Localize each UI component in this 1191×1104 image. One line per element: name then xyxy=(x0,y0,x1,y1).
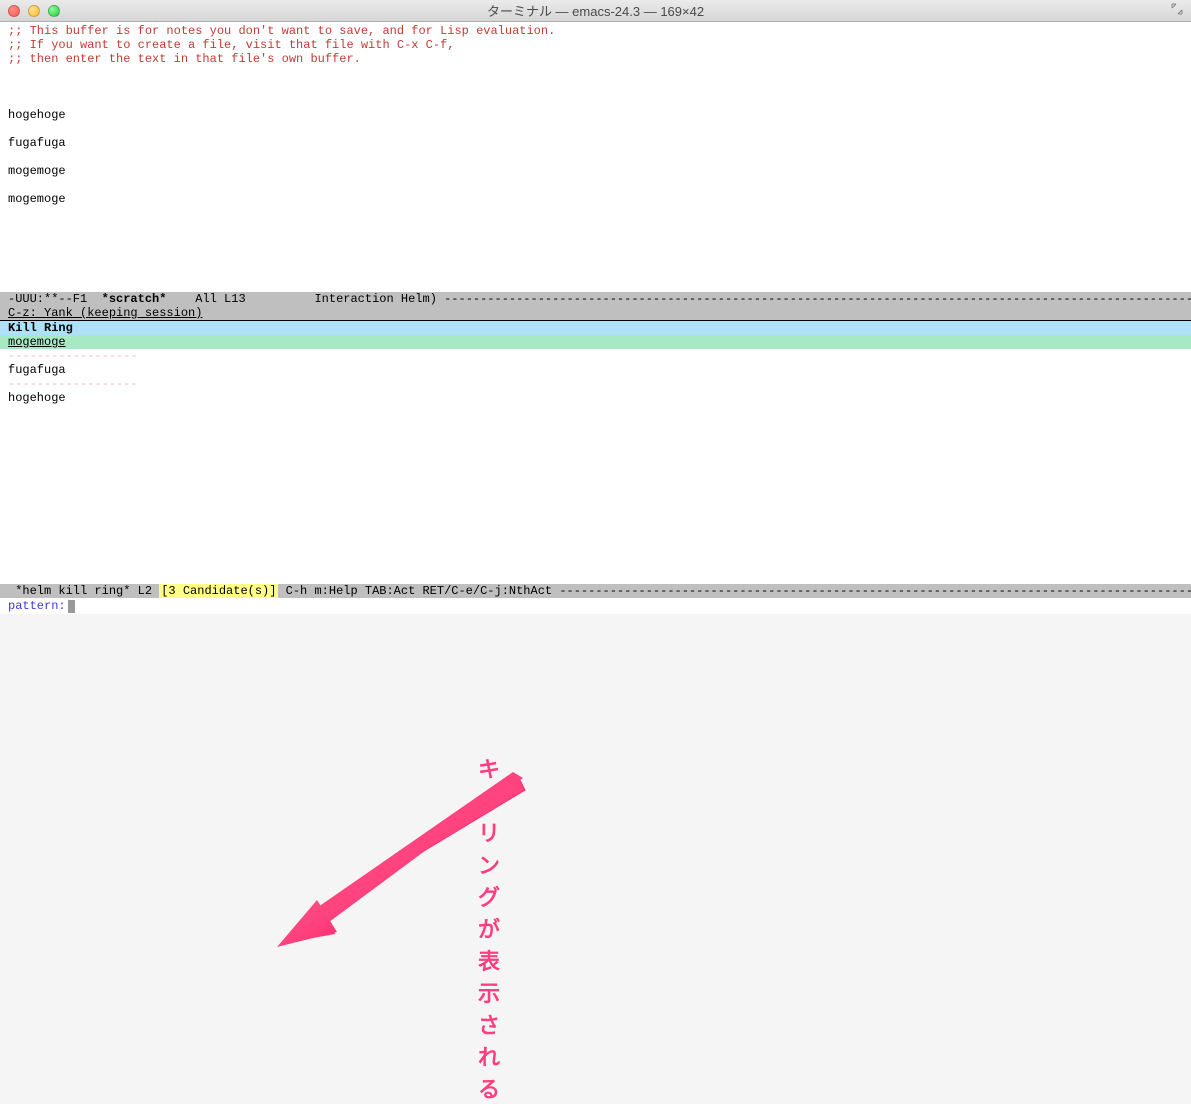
cursor-icon xyxy=(68,600,75,613)
close-button[interactable] xyxy=(8,5,20,17)
annotation-label: キルリングが表示される xyxy=(478,752,500,1104)
scratch-buffer[interactable]: ;; This buffer is for notes you don't wa… xyxy=(0,22,1191,292)
zoom-button[interactable] xyxy=(48,5,60,17)
helm-candidate-selected[interactable]: mogemoge xyxy=(0,335,1191,349)
helm-header: C-z: Yank (keeping session) xyxy=(0,306,1191,321)
text-line: hogehoge xyxy=(8,108,1183,122)
window-title: ターミナル — emacs-24.3 — 169×42 xyxy=(487,1,704,20)
text-line: mogemoge xyxy=(8,192,1183,206)
expand-icon[interactable] xyxy=(1171,3,1183,19)
minimize-button[interactable] xyxy=(28,5,40,17)
helm-candidate[interactable]: hogehoge xyxy=(0,391,1191,405)
text-line: fugafuga xyxy=(8,136,1183,150)
helm-source-header: Kill Ring xyxy=(0,321,1191,335)
traffic-lights xyxy=(8,5,60,17)
minibuffer[interactable]: pattern: xyxy=(0,598,1191,614)
helm-separator: ------------------ xyxy=(0,349,1191,363)
text-line: mogemoge xyxy=(8,164,1183,178)
comment-line: ;; If you want to create a file, visit t… xyxy=(8,38,1183,52)
helm-empty-space xyxy=(0,405,1191,584)
modeline-helm: *helm kill ring* L2 [3 Candidate(s)] C-h… xyxy=(0,584,1191,598)
comment-line: ;; This buffer is for notes you don't wa… xyxy=(8,24,1183,38)
modeline-scratch: -UUU:**--F1 *scratch* All L13 Interactio… xyxy=(0,292,1191,306)
minibuffer-prompt: pattern: xyxy=(8,598,66,614)
helm-candidate[interactable]: fugafuga xyxy=(0,363,1191,377)
annotation-arrow-icon xyxy=(275,772,535,952)
window-titlebar: ターミナル — emacs-24.3 — 169×42 xyxy=(0,0,1191,22)
helm-separator: ------------------ xyxy=(0,377,1191,391)
comment-line: ;; then enter the text in that file's ow… xyxy=(8,52,1183,66)
